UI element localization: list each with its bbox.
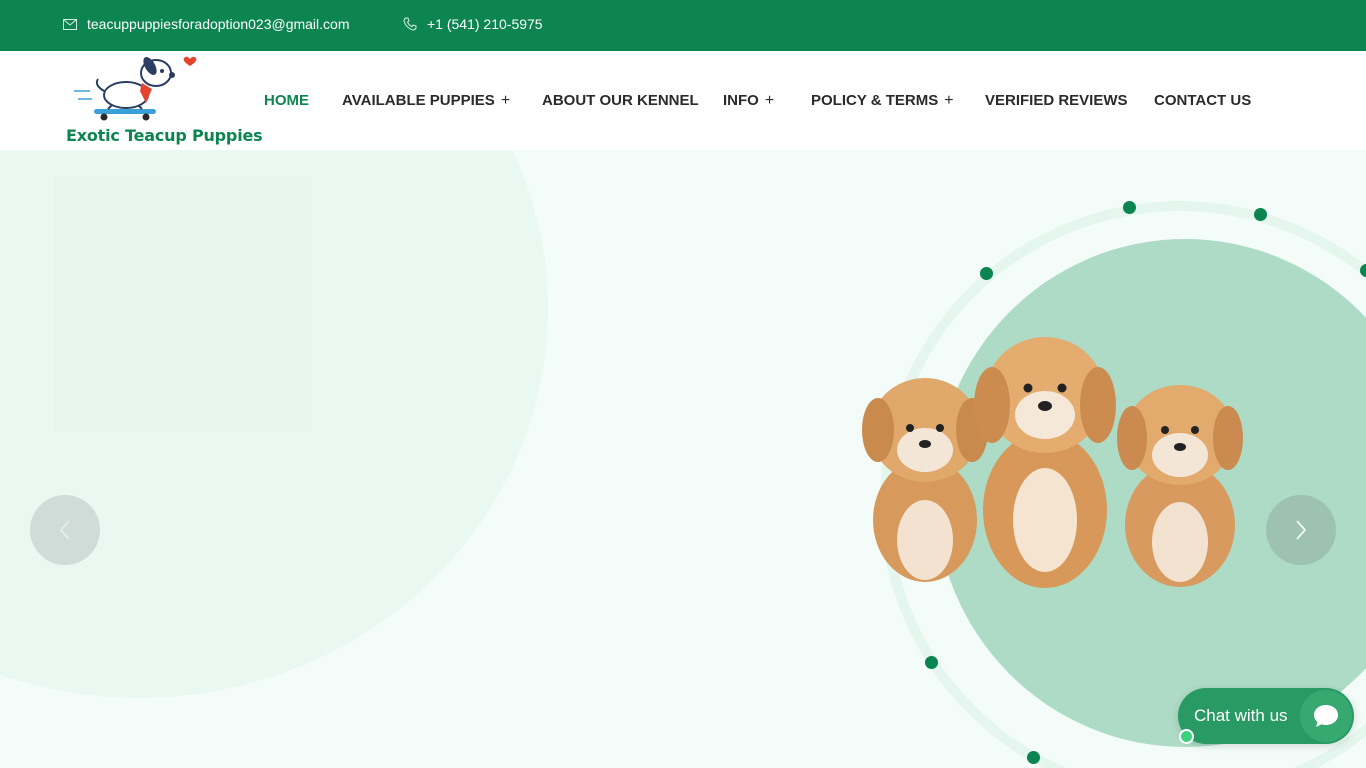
nav-home[interactable]: HOME: [264, 92, 309, 109]
nav-label: CONTACT US: [1154, 92, 1252, 109]
contact-phone[interactable]: +1 (541) 210-5975: [403, 16, 543, 32]
contact-email[interactable]: teacuppuppiesforadoption023@gmail.com: [63, 16, 350, 32]
nav-policy-terms[interactable]: POLICY & TERMS +: [811, 92, 954, 110]
ring-dot: [1360, 264, 1366, 277]
email-text[interactable]: teacuppuppiesforadoption023@gmail.com: [87, 16, 350, 32]
ring-dot: [1027, 751, 1040, 764]
online-status-indicator: [1179, 729, 1194, 744]
three-apricot-puppies: [862, 337, 1243, 588]
site-logo[interactable]: Exotic Teacup Puppies: [60, 51, 263, 150]
ring-dot: [925, 656, 938, 669]
phone-text[interactable]: +1 (541) 210-5975: [427, 16, 543, 32]
phone-icon: [403, 17, 417, 31]
nav-label: VERIFIED REVIEWS: [985, 92, 1128, 109]
brand-name: Exotic Teacup Puppies: [66, 126, 263, 145]
chat-label: Chat with us: [1194, 706, 1288, 725]
ring-dot: [1254, 208, 1267, 221]
top-contact-bar: teacuppuppiesforadoption023@gmail.com +1…: [0, 0, 1366, 51]
dog-on-skateboard-icon: [74, 56, 197, 121]
nav-label: INFO: [723, 92, 759, 109]
nav-about-our-kennel[interactable]: ABOUT OUR KENNEL: [542, 92, 699, 109]
nav-label: AVAILABLE PUPPIES: [342, 92, 495, 109]
slider-prev-button[interactable]: [30, 495, 100, 565]
ring-dot: [1123, 201, 1136, 214]
envelope-icon: [63, 18, 77, 30]
ring-dot: [980, 267, 993, 280]
chat-widget-button[interactable]: Chat with us: [1178, 688, 1354, 744]
decorative-square: [55, 177, 312, 431]
slider-next-button[interactable]: [1266, 495, 1336, 565]
hero-slider: [0, 150, 1366, 768]
nav-contact-us[interactable]: CONTACT US: [1154, 92, 1251, 109]
chevron-right-icon: [1296, 520, 1307, 540]
plus-icon: +: [944, 92, 954, 109]
plus-icon: +: [500, 92, 511, 109]
nav-label: ABOUT OUR KENNEL: [542, 92, 699, 109]
nav-label: POLICY & TERMS: [811, 92, 939, 109]
nav-label: HOME: [264, 92, 309, 109]
nav-info[interactable]: INFO +: [723, 92, 774, 110]
plus-icon: +: [764, 92, 775, 109]
nav-available-puppies[interactable]: AVAILABLE PUPPIES +: [342, 92, 510, 110]
speech-bubble-icon: [1300, 690, 1352, 742]
site-header: Exotic Teacup Puppies HOME AVAILABLE PUP…: [0, 51, 1366, 150]
nav-verified-reviews[interactable]: VERIFIED REVIEWS: [985, 92, 1128, 109]
chevron-left-icon: [59, 520, 70, 540]
